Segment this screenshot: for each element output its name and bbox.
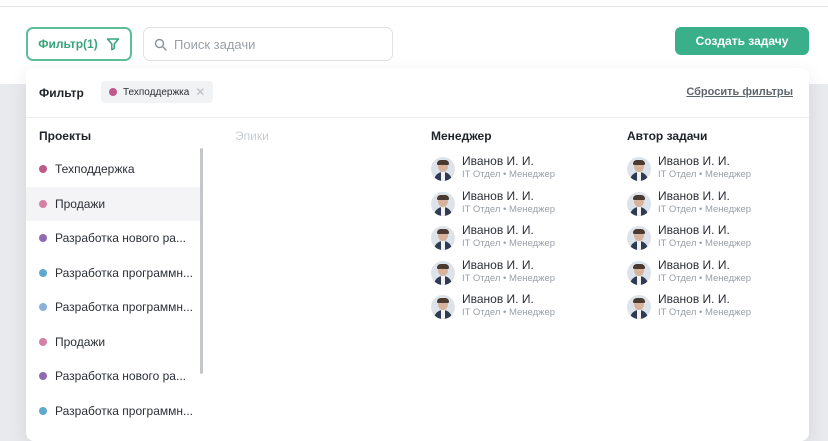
- project-color-dot: [39, 372, 47, 381]
- manager-column-title: Менеджер: [431, 129, 492, 143]
- active-filter-chip[interactable]: Техподдержка ✕: [101, 81, 214, 103]
- project-label: Продажи: [55, 334, 106, 349]
- project-color-dot: [39, 199, 47, 208]
- avatar: [627, 157, 651, 181]
- person-name: Иванов И. И.: [658, 188, 730, 203]
- avatar: [431, 295, 455, 319]
- person-name: Иванов И. И.: [462, 188, 534, 203]
- project-item[interactable]: Продажи: [26, 325, 202, 360]
- project-label: Разработка программн...: [55, 403, 193, 418]
- person-name: Иванов И. И.: [462, 292, 534, 306]
- person-item[interactable]: Иванов И. И. IT Отдел • Менеджер: [627, 223, 797, 258]
- person-item[interactable]: Иванов И. И. IT Отдел • Менеджер: [431, 292, 601, 327]
- project-item[interactable]: Разработка программн...: [26, 290, 202, 325]
- avatar: [431, 260, 455, 285]
- project-color-dot: [39, 337, 47, 346]
- filter-button[interactable]: Фильтр(1): [26, 27, 132, 61]
- projects-scrollbar[interactable]: [200, 148, 203, 374]
- project-label: Разработка нового ра...: [55, 369, 186, 384]
- create-task-button[interactable]: Создать задачу: [675, 27, 809, 55]
- project-color-dot: [39, 165, 47, 174]
- person-role: IT Отдел • Менеджер: [462, 169, 556, 180]
- avatar: [627, 226, 651, 250]
- person-role: IT Отдел • Менеджер: [658, 203, 752, 215]
- project-item[interactable]: Разработка программн...: [26, 256, 202, 291]
- person-role: IT Отдел • Менеджер: [658, 169, 752, 180]
- person-role: IT Отдел • Менеджер: [658, 272, 752, 284]
- project-item[interactable]: Техподдержка: [26, 152, 202, 187]
- project-item[interactable]: Разработка нового ра...: [26, 221, 202, 256]
- project-color-dot: [39, 303, 47, 312]
- person-name: Иванов И. И.: [658, 223, 730, 237]
- filter-panel: Фильтр Техподдержка ✕ Сбросить фильтры П…: [26, 68, 809, 441]
- epics-column-title: Эпики: [235, 129, 269, 143]
- person-item[interactable]: Иванов И. И. IT Отдел • Менеджер: [627, 189, 797, 224]
- avatar: [627, 295, 651, 319]
- avatar: [431, 157, 455, 181]
- project-color-dot: [39, 234, 47, 243]
- author-column-title: Автор задачи: [627, 129, 708, 143]
- person-name: Иванов И. И.: [462, 223, 534, 237]
- person-item[interactable]: Иванов И. И. IT Отдел • Менеджер: [627, 258, 797, 293]
- search-icon: [154, 38, 167, 51]
- project-item[interactable]: Разработка программн...: [26, 394, 202, 429]
- search-input[interactable]: [174, 36, 374, 52]
- avatar: [627, 191, 651, 216]
- avatar: [431, 226, 455, 250]
- project-label: Разработка нового ра...: [55, 231, 186, 246]
- project-item[interactable]: Продажи: [26, 186, 202, 221]
- person-role: IT Отдел • Менеджер: [462, 307, 556, 318]
- project-label: Продажи: [55, 196, 106, 211]
- project-label: Разработка программн...: [55, 265, 193, 280]
- filter-panel-header: Фильтр Техподдержка ✕ Сбросить фильтры: [26, 68, 809, 118]
- projects-column-title: Проекты: [39, 129, 92, 143]
- project-color-dot: [39, 268, 47, 277]
- avatar: [431, 191, 455, 216]
- person-item[interactable]: Иванов И. И. IT Отдел • Менеджер: [431, 258, 601, 293]
- person-name: Иванов И. И.: [462, 154, 534, 168]
- person-item[interactable]: Иванов И. И. IT Отдел • Менеджер: [431, 154, 601, 189]
- projects-list: Техподдержка Продажи Разработка нового ра.…: [26, 152, 202, 428]
- reset-filters-link[interactable]: Сбросить фильтры: [686, 86, 793, 98]
- person-name: Иванов И. И.: [462, 257, 534, 272]
- chip-label: Техподдержка: [123, 86, 190, 98]
- author-list: Иванов И. И. IT Отдел • Менеджер Иванов И.…: [627, 154, 797, 327]
- filter-panel-title: Фильтр: [39, 86, 84, 100]
- person-name: Иванов И. И.: [658, 292, 730, 306]
- manager-list: Иванов И. И. IT Отдел • Менеджер Иванов И.…: [431, 154, 601, 327]
- person-role: IT Отдел • Менеджер: [462, 238, 556, 249]
- person-item[interactable]: Иванов И. И. IT Отдел • Менеджер: [431, 223, 601, 258]
- funnel-icon: [106, 38, 119, 51]
- project-item[interactable]: Разработка нового ра...: [26, 359, 202, 394]
- project-color-dot: [39, 406, 47, 415]
- person-role: IT Отдел • Менеджер: [462, 203, 556, 215]
- person-role: IT Отдел • Менеджер: [658, 307, 752, 318]
- person-role: IT Отдел • Менеджер: [462, 272, 556, 284]
- person-name: Иванов И. И.: [658, 257, 730, 272]
- chip-remove-icon[interactable]: ✕: [195, 85, 205, 99]
- person-item[interactable]: Иванов И. И. IT Отдел • Менеджер: [627, 154, 797, 189]
- avatar: [627, 260, 651, 285]
- project-label: Разработка программн...: [55, 300, 193, 315]
- filter-button-label: Фильтр(1): [38, 37, 98, 51]
- person-item[interactable]: Иванов И. И. IT Отдел • Менеджер: [431, 189, 601, 224]
- person-role: IT Отдел • Менеджер: [658, 238, 752, 249]
- person-name: Иванов И. И.: [658, 154, 730, 168]
- person-item[interactable]: Иванов И. И. IT Отдел • Менеджер: [627, 292, 797, 327]
- search-box[interactable]: [143, 27, 393, 61]
- chip-color-dot: [109, 88, 117, 96]
- project-label: Техподдержка: [55, 162, 135, 177]
- divider: [0, 6, 828, 7]
